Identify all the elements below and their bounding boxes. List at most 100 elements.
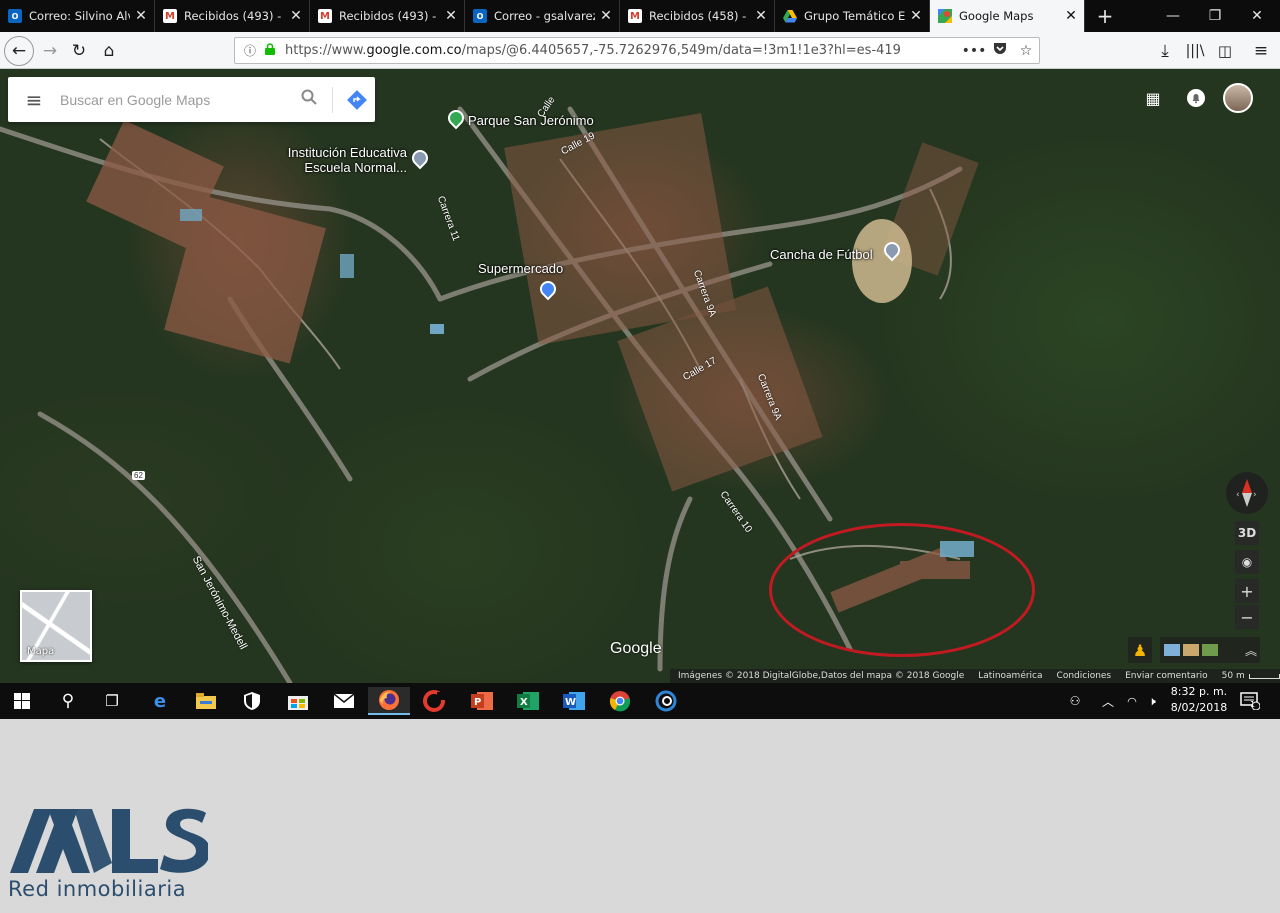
compass-icon[interactable]: ‹ ›: [1226, 472, 1268, 514]
mls-wordmark-icon: [10, 808, 210, 873]
terms-link[interactable]: Condiciones: [1057, 671, 1112, 681]
info-icon[interactable]: ⓘ: [239, 42, 261, 59]
url-prefix: https://www.: [285, 43, 367, 58]
gmail-icon: M: [318, 9, 332, 23]
minimize-button[interactable]: —: [1152, 0, 1194, 32]
tab-title: Grupo Temático Ele: [804, 9, 905, 23]
forward-button[interactable]: →: [36, 37, 64, 65]
close-icon[interactable]: ✕: [289, 8, 303, 24]
menu-icon[interactable]: ≡: [1247, 37, 1275, 65]
zoom-in-button[interactable]: +: [1235, 579, 1259, 603]
url-domain: google.com.co: [366, 43, 462, 58]
powerpoint-icon[interactable]: P: [468, 687, 496, 715]
notifications-bell-icon[interactable]: [1183, 83, 1209, 113]
place-label-school-line1[interactable]: Institución Educativa: [277, 145, 407, 160]
place-label-school-line2[interactable]: Escuela Normal...: [277, 160, 407, 175]
search-icon[interactable]: [292, 89, 326, 110]
place-label-supermarket[interactable]: Supermercado: [478, 261, 563, 276]
svg-text:X: X: [520, 697, 528, 708]
volume-muted-icon[interactable]: 🕨: [1142, 683, 1162, 719]
tab-0[interactable]: O Correo: Silvino Alva ✕: [0, 0, 155, 32]
close-window-button[interactable]: ✕: [1236, 0, 1278, 32]
hamburger-menu-icon[interactable]: ≡: [8, 88, 60, 112]
pegman-icon[interactable]: ♟: [1128, 637, 1152, 663]
bookmark-star-icon[interactable]: ☆: [1013, 43, 1039, 59]
place-label-park[interactable]: Parque San Jerónimo: [468, 113, 594, 128]
ccleaner-icon[interactable]: [420, 687, 448, 715]
tab-3[interactable]: O Correo - gsalvarez@ ✕: [465, 0, 620, 32]
file-explorer-icon[interactable]: [192, 687, 220, 715]
tilt-3d-button[interactable]: 3D: [1235, 521, 1259, 545]
feedback-link[interactable]: Enviar comentario: [1125, 671, 1208, 681]
url-path: /maps/@6.4405657,-75.7262976,549m/data=!…: [461, 43, 901, 58]
close-icon[interactable]: ✕: [134, 8, 148, 24]
tab-1[interactable]: M Recibidos (493) - ge ✕: [155, 0, 310, 32]
scale-bar: [1248, 673, 1280, 679]
app-swirl-icon[interactable]: [652, 687, 680, 715]
scale-label[interactable]: 50 m: [1222, 671, 1245, 681]
download-icon[interactable]: ⤓: [1151, 37, 1179, 65]
tab-5[interactable]: Grupo Temático Ele ✕: [775, 0, 930, 32]
excel-icon[interactable]: X: [514, 687, 542, 715]
layers-bar[interactable]: ︽: [1160, 637, 1260, 663]
home-button[interactable]: ⌂: [95, 37, 123, 65]
task-view-icon[interactable]: ❐: [98, 687, 126, 715]
people-icon[interactable]: ⚇: [1064, 683, 1086, 719]
close-icon[interactable]: ✕: [754, 8, 768, 24]
pocket-icon[interactable]: [987, 42, 1013, 59]
notification-center-icon[interactable]: 1: [1236, 683, 1264, 719]
account-avatar[interactable]: [1222, 83, 1254, 113]
mail-icon[interactable]: [330, 687, 358, 715]
chrome-icon[interactable]: [606, 687, 634, 715]
close-icon[interactable]: ✕: [909, 8, 923, 24]
clock-date: 8/02/2018: [1170, 701, 1228, 714]
word-icon[interactable]: W: [560, 687, 588, 715]
map-type-toggle[interactable]: Mapa: [20, 590, 92, 662]
region-link[interactable]: Latinoamérica: [978, 671, 1042, 681]
highlight-circle: [769, 523, 1035, 657]
address-bar[interactable]: ⓘ https://www.google.com.co/maps/@6.4405…: [234, 37, 1040, 64]
close-icon[interactable]: ✕: [599, 8, 613, 24]
apps-grid-icon[interactable]: ▦: [1140, 83, 1166, 113]
store-icon[interactable]: [284, 687, 312, 715]
zoom-out-button[interactable]: −: [1235, 605, 1259, 629]
search-input[interactable]: [60, 91, 292, 108]
outlook-icon: O: [473, 9, 487, 23]
search-icon[interactable]: ⚲: [54, 687, 82, 715]
imagery-layer-icon[interactable]: [1202, 644, 1218, 656]
taskbar-clock[interactable]: 8:32 p. m. 8/02/2018: [1164, 684, 1234, 716]
maximize-button[interactable]: ❐: [1194, 0, 1236, 32]
terrain-layer-icon[interactable]: [1183, 644, 1199, 656]
tab-4[interactable]: M Recibidos (458) - gs ✕: [620, 0, 775, 32]
my-location-icon[interactable]: ◉: [1235, 550, 1259, 574]
reload-button[interactable]: ↻: [65, 37, 93, 65]
show-hidden-icons-chevron-icon[interactable]: ︿: [1098, 683, 1118, 719]
security-shield-icon[interactable]: [238, 687, 266, 715]
tab-6[interactable]: Google Maps ✕: [930, 0, 1085, 32]
windows-start-icon[interactable]: [8, 687, 36, 715]
tab-strip: O Correo: Silvino Alva ✕ M Recibidos (49…: [0, 0, 1280, 32]
satellite-map[interactable]: ≡ ▦ Parque San Jerónimo Institución Educ…: [0, 69, 1280, 683]
edge-icon[interactable]: e: [146, 687, 174, 715]
page-actions-icon[interactable]: •••: [961, 43, 987, 59]
svg-text:‹: ‹: [1236, 490, 1240, 500]
mls-logo: Red inmobiliaria: [8, 805, 210, 901]
firefox-icon[interactable]: [368, 687, 410, 715]
tab-2[interactable]: M Recibidos (493) - ge ✕: [310, 0, 465, 32]
url-text[interactable]: https://www.google.com.co/maps/@6.440565…: [279, 43, 961, 58]
close-icon[interactable]: ✕: [1064, 8, 1078, 24]
place-label-field[interactable]: Cancha de Fútbol: [770, 247, 873, 262]
google-logo: Google: [610, 640, 662, 657]
new-tab-button[interactable]: +: [1085, 0, 1125, 32]
close-icon[interactable]: ✕: [444, 8, 458, 24]
navigation-bar: ← → ↻ ⌂ ⓘ https://www.google.com.co/maps…: [0, 32, 1280, 69]
directions-icon[interactable]: [339, 89, 375, 110]
satellite-layer-icon[interactable]: [1164, 644, 1180, 656]
minimap-label: Mapa: [27, 646, 55, 657]
library-icon[interactable]: |||\: [1181, 37, 1209, 65]
clock-time: 8:32 p. m.: [1170, 685, 1228, 698]
wifi-icon[interactable]: ◜◝: [1122, 683, 1142, 719]
expand-up-icon[interactable]: ︽: [1245, 642, 1257, 659]
sidebar-icon[interactable]: ◫: [1211, 37, 1239, 65]
back-button[interactable]: ←: [4, 36, 34, 66]
